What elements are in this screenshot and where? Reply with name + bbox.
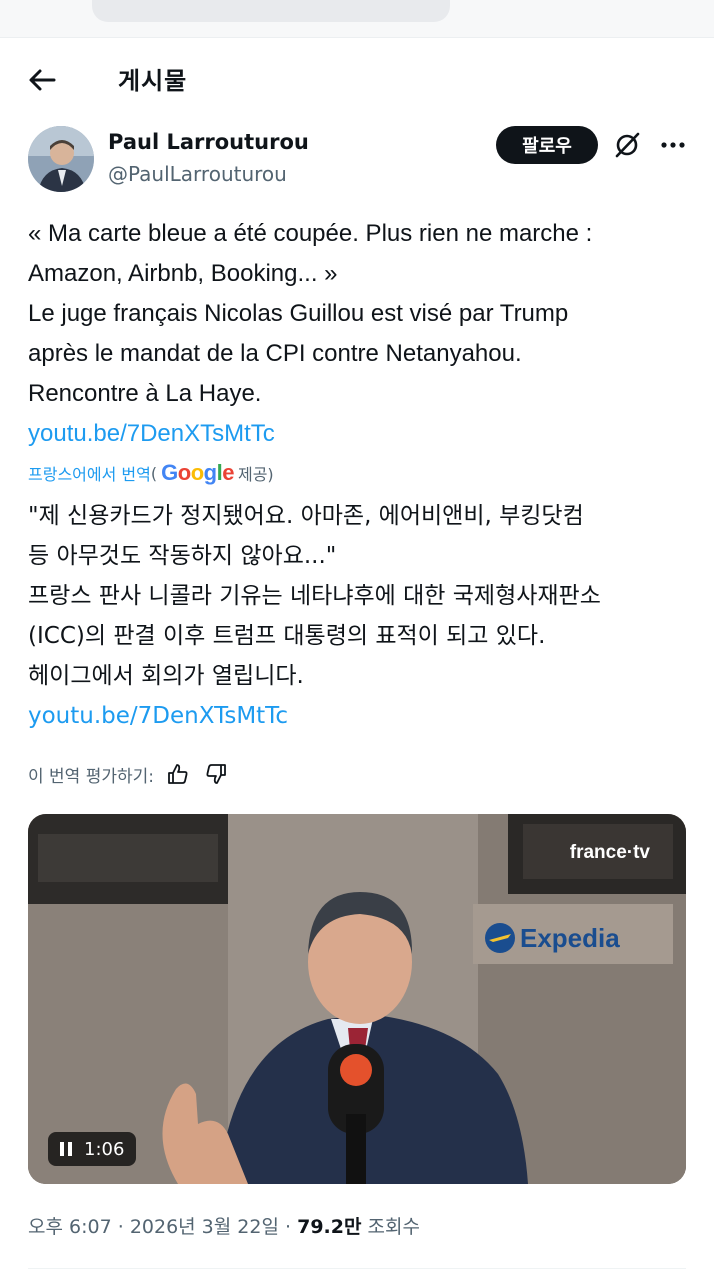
post-time[interactable]: 오후 6:07 [28,1216,112,1238]
translated-line: 등 아무것도 작동하지 않아요..." [28,543,337,569]
video-duration-text: 1:06 [84,1138,125,1160]
rate-translation-label: 이 번역 평가하기: [28,766,155,787]
back-arrow-icon [29,69,56,91]
grok-icon [615,132,640,158]
top-browser-strip [0,0,714,38]
post-line: Rencontre à La Haye. [28,380,262,407]
translation-source-label[interactable]: 프랑스어에서 번역 [28,461,151,485]
more-button[interactable] [656,128,690,162]
rate-translation-row: 이 번역 평가하기: [28,758,230,790]
post-line: Amazon, Airbnb, Booking... » [28,260,338,287]
translated-line: "제 신용카드가 정지됐어요. 아마존, 에어비앤비, 부킹닷컴 [28,503,584,529]
expedia-sign: Expedia [484,922,620,954]
views-label: 조회수 [367,1216,420,1238]
translated-text: "제 신용카드가 정지됐어요. 아마존, 에어비앤비, 부킹닷컴 등 아무것도 … [28,496,698,736]
post-line: après le mandat de la CPI contre Netanya… [28,340,522,367]
thumbs-down-button[interactable] [202,760,230,788]
follow-button[interactable]: 팔로우 [496,126,598,164]
header: 게시물 [0,38,714,116]
views-count: 79.2만 [297,1216,362,1238]
meta-separator: · [285,1216,298,1238]
paren-open: ( [150,463,158,483]
post-line: « Ma carte bleue a été coupée. Plus rien… [28,220,593,247]
thumbs-down-icon [206,764,226,784]
author-row: Paul Larrouturou @PaulLarrouturou 팔로우 [28,124,698,194]
post-meta: 오후 6:07 · 2026년 3월 22일 · 79.2만 조회수 [28,1212,420,1239]
more-icon [661,142,685,148]
translated-line: (ICC)의 판결 이후 트럼프 대통령의 표적이 되고 있다. [28,623,546,649]
video-duration[interactable]: 1:06 [48,1132,137,1166]
divider [28,1268,686,1269]
author-name[interactable]: Paul Larrouturou [108,130,309,154]
thumbs-up-button[interactable] [164,760,192,788]
grok-button[interactable] [610,128,644,162]
thumbs-up-icon [168,764,188,784]
post-date[interactable]: 2026년 3월 22일 [130,1216,279,1238]
post-line: Le juge français Nicolas Guillou est vis… [28,300,569,327]
meta-separator: · [117,1216,130,1238]
video-player[interactable]: france·tv Expedia 1:06 [28,814,686,1184]
expedia-globe-icon [485,923,515,953]
translated-link[interactable]: youtu.be/7DenXTsMtTc [28,696,698,736]
google-logo: Google [161,460,234,485]
expedia-sign-text: Expedia [520,922,620,953]
avatar[interactable] [28,126,94,192]
translated-line: 헤이그에서 회의가 열립니다. [28,663,304,689]
translation-provider-suffix: 제공) [237,465,274,484]
video-frame [28,814,686,1184]
top-search-pill[interactable] [92,0,450,22]
translated-line: 프랑스 판사 니콜라 기유는 네타냐후에 대한 국제형사재판소 [28,583,601,609]
post-text: « Ma carte bleue a été coupée. Plus rien… [28,214,698,454]
channel-logo: france·tv [569,842,650,863]
pause-icon [60,1142,72,1156]
author-handle[interactable]: @PaulLarrouturou [108,162,287,186]
translated-by: 프랑스어에서 번역 ( Google 제공) [28,458,274,488]
post-link[interactable]: youtu.be/7DenXTsMtTc [28,414,698,454]
page-title: 게시물 [118,67,188,95]
back-button[interactable] [22,60,62,100]
